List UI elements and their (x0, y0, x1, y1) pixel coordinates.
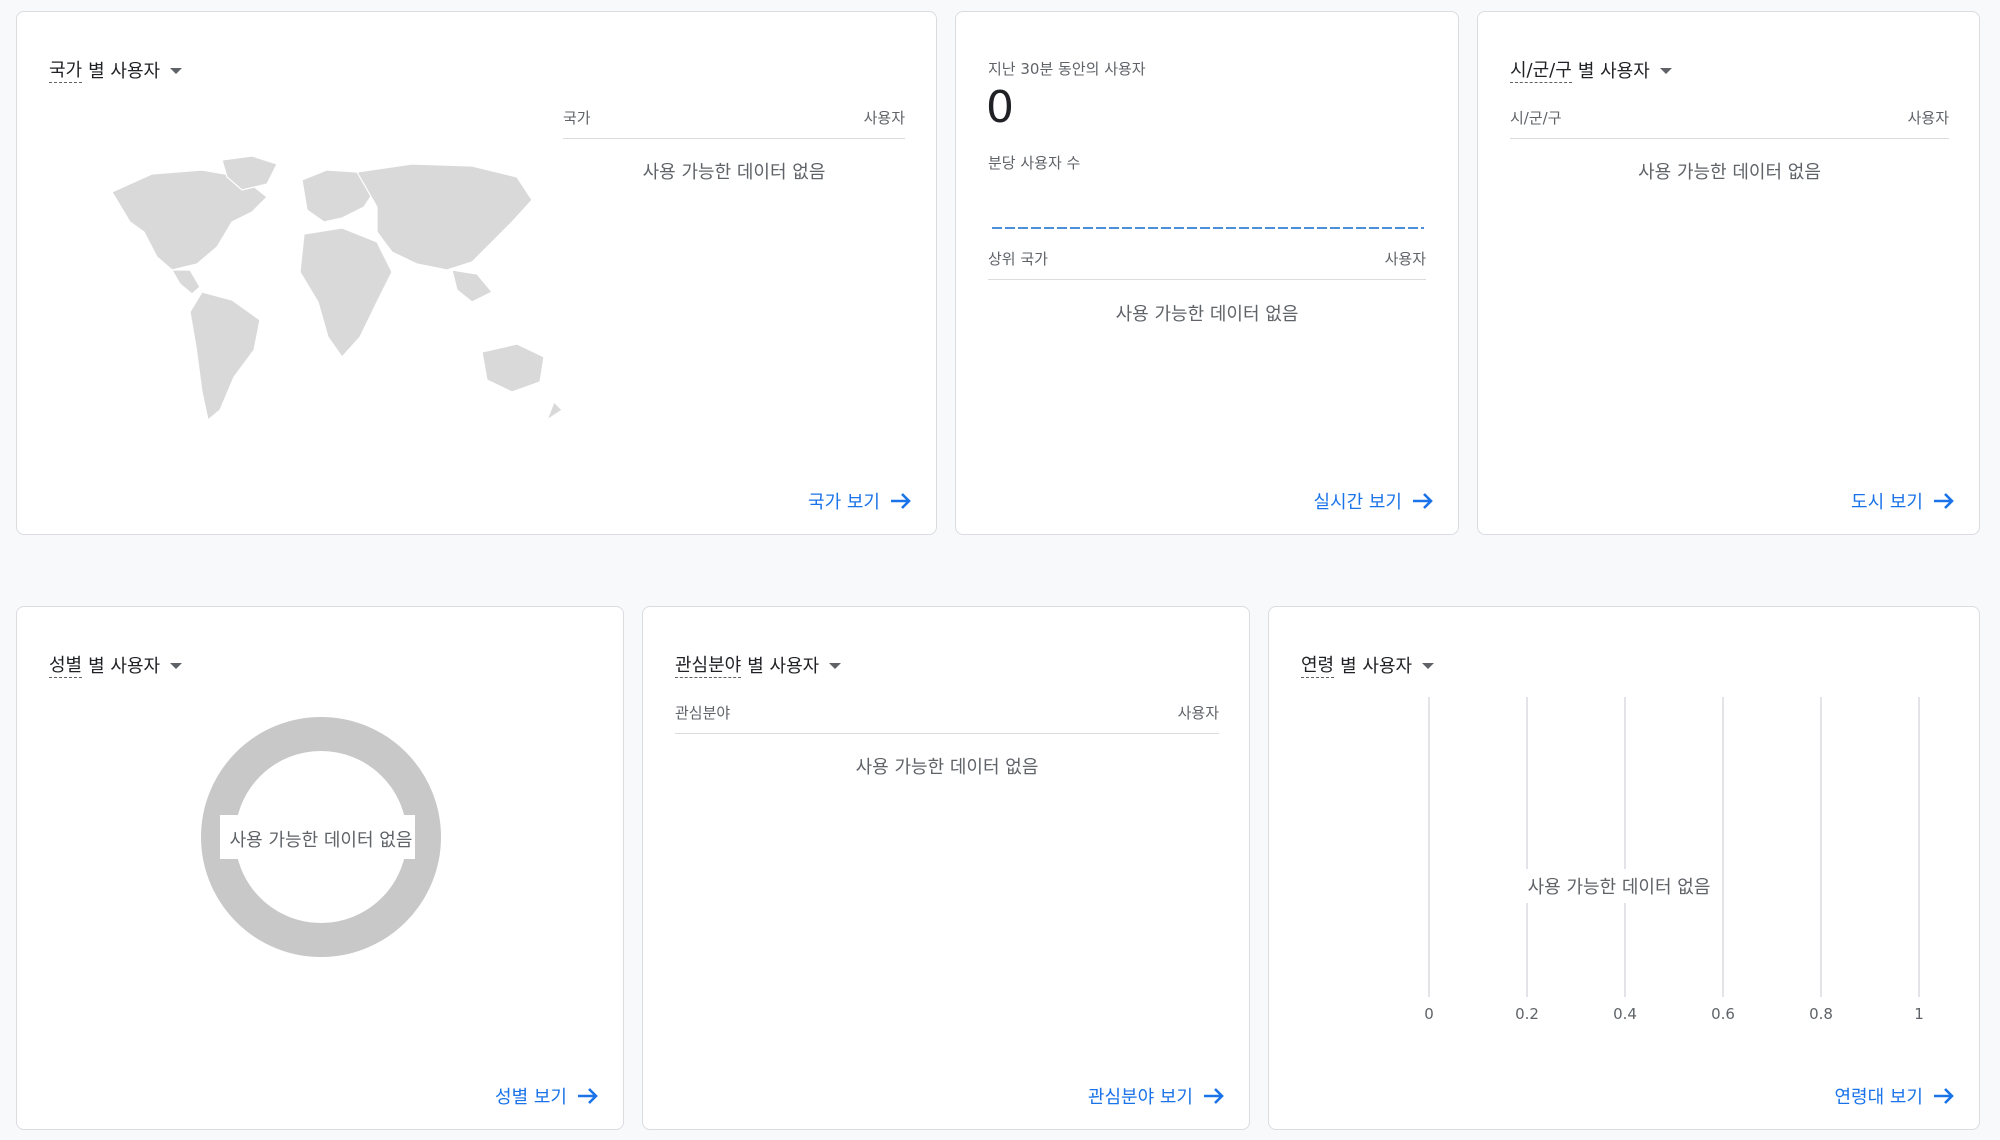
title-suffix: 별 사용자 (88, 655, 161, 677)
title-suffix: 별 사용자 (88, 60, 161, 82)
column-users[interactable]: 사용자 (1908, 107, 1949, 128)
map-australia (481, 343, 545, 393)
x-tick-label: 0 (1424, 1005, 1434, 1023)
x-tick-label: 0.4 (1613, 1005, 1637, 1023)
link-label: 국가 보기 (808, 492, 880, 513)
no-data-message: 사용 가능한 데이터 없음 (1638, 162, 1821, 183)
chevron-down-icon[interactable] (1422, 662, 1435, 669)
arrow-right-icon (1933, 1087, 1955, 1105)
column-users[interactable]: 사용자 (1385, 248, 1426, 269)
arrow-right-icon (1933, 492, 1955, 510)
title-suffix: 별 사용자 (1577, 60, 1650, 82)
column-users[interactable]: 사용자 (1178, 702, 1219, 723)
link-label: 연령대 보기 (1834, 1087, 1923, 1108)
title-suffix: 별 사용자 (1340, 655, 1413, 677)
interest-card: 관심분야 별 사용자 관심분야 사용자 사용 가능한 데이터 없음 관심분야 보… (642, 606, 1250, 1130)
realtime-card: 지난 30분 동안의 사용자 0 분당 사용자 수 상위 국가 사용자 사용 가… (955, 11, 1459, 535)
age-card: 연령 별 사용자 0 0.2 0.4 0.6 0.8 1 사용 가능한 데이터 없음 연령… (1268, 606, 1980, 1130)
view-age-link[interactable]: 연령대 보기 (1834, 1083, 1955, 1109)
card-title[interactable]: 시/군/구 별 사용자 (1510, 56, 1672, 83)
dimension-selector[interactable]: 관심분야 (675, 651, 742, 678)
chevron-down-icon[interactable] (170, 662, 183, 669)
map-africa (299, 227, 393, 358)
column-city[interactable]: 시/군/구 (1510, 107, 1562, 128)
column-top-country[interactable]: 상위 국가 (988, 248, 1048, 269)
realtime-count: 0 (986, 82, 1014, 133)
per-minute-label: 분당 사용자 수 (988, 154, 1081, 172)
x-tick-label: 1 (1914, 1005, 1924, 1023)
link-label: 도시 보기 (1851, 492, 1923, 513)
arrow-right-icon (1203, 1087, 1225, 1105)
table-header: 시/군/구 사용자 (1510, 107, 1949, 139)
view-gender-link[interactable]: 성별 보기 (495, 1083, 599, 1109)
no-data-message: 사용 가능한 데이터 없음 (1115, 304, 1299, 325)
column-interest[interactable]: 관심분야 (675, 702, 730, 723)
no-data-message: 사용 가능한 데이터 없음 (229, 830, 413, 851)
arrow-right-icon (1412, 492, 1434, 510)
country-card: 국가 별 사용자 국가 사용자 사용 가능한 데이터 없음 국가 보기 (16, 11, 937, 535)
map-southeast-asia (451, 269, 493, 303)
arrow-right-icon (890, 492, 912, 510)
city-card: 시/군/구 별 사용자 시/군/구 사용자 사용 가능한 데이터 없음 도시 보… (1477, 11, 1980, 535)
table-header: 국가 사용자 (563, 107, 905, 139)
column-users[interactable]: 사용자 (864, 107, 905, 128)
card-title[interactable]: 연령 별 사용자 (1301, 651, 1435, 678)
chevron-down-icon[interactable] (829, 662, 842, 669)
view-countries-link[interactable]: 국가 보기 (808, 488, 912, 514)
world-map (111, 155, 563, 422)
view-interests-link[interactable]: 관심분야 보기 (1088, 1083, 1225, 1109)
arrow-right-icon (577, 1087, 599, 1105)
chevron-down-icon[interactable] (1659, 67, 1672, 74)
dimension-selector[interactable]: 연령 (1301, 651, 1335, 678)
chevron-down-icon[interactable] (170, 67, 183, 74)
link-label: 실시간 보기 (1313, 492, 1402, 513)
map-south-america (189, 291, 261, 422)
dimension-selector[interactable]: 성별 (49, 651, 83, 678)
table-header: 상위 국가 사용자 (988, 248, 1426, 280)
no-data-message: 사용 가능한 데이터 없음 (1519, 869, 1719, 903)
column-country[interactable]: 국가 (563, 107, 591, 128)
title-suffix: 별 사용자 (747, 655, 820, 677)
age-bar-chart: 0 0.2 0.4 0.6 0.8 1 (1424, 697, 1924, 1023)
map-new-zealand (545, 400, 563, 422)
dimension-selector[interactable]: 시/군/구 (1510, 56, 1572, 83)
card-title[interactable]: 국가 별 사용자 (49, 56, 183, 83)
table-header: 관심분야 사용자 (675, 702, 1219, 734)
sparkline-chart (992, 227, 1424, 229)
view-realtime-link[interactable]: 실시간 보기 (1313, 488, 1434, 514)
x-tick-label: 0.6 (1711, 1005, 1735, 1023)
link-label: 관심분야 보기 (1087, 1087, 1193, 1108)
x-tick-label: 0.8 (1809, 1005, 1833, 1023)
realtime-label: 지난 30분 동안의 사용자 (988, 60, 1146, 78)
gender-card: 성별 별 사용자 사용 가능한 데이터 없음 성별 보기 (16, 606, 624, 1130)
dimension-selector[interactable]: 국가 (49, 56, 83, 83)
no-data-message: 사용 가능한 데이터 없음 (855, 757, 1039, 778)
x-tick-label: 0.2 (1515, 1005, 1539, 1023)
map-central-america (170, 269, 201, 295)
no-data-message: 사용 가능한 데이터 없음 (642, 162, 826, 183)
link-label: 성별 보기 (495, 1087, 567, 1108)
card-title[interactable]: 관심분야 별 사용자 (675, 651, 842, 678)
view-cities-link[interactable]: 도시 보기 (1851, 488, 1955, 514)
card-title[interactable]: 성별 별 사용자 (49, 651, 183, 678)
